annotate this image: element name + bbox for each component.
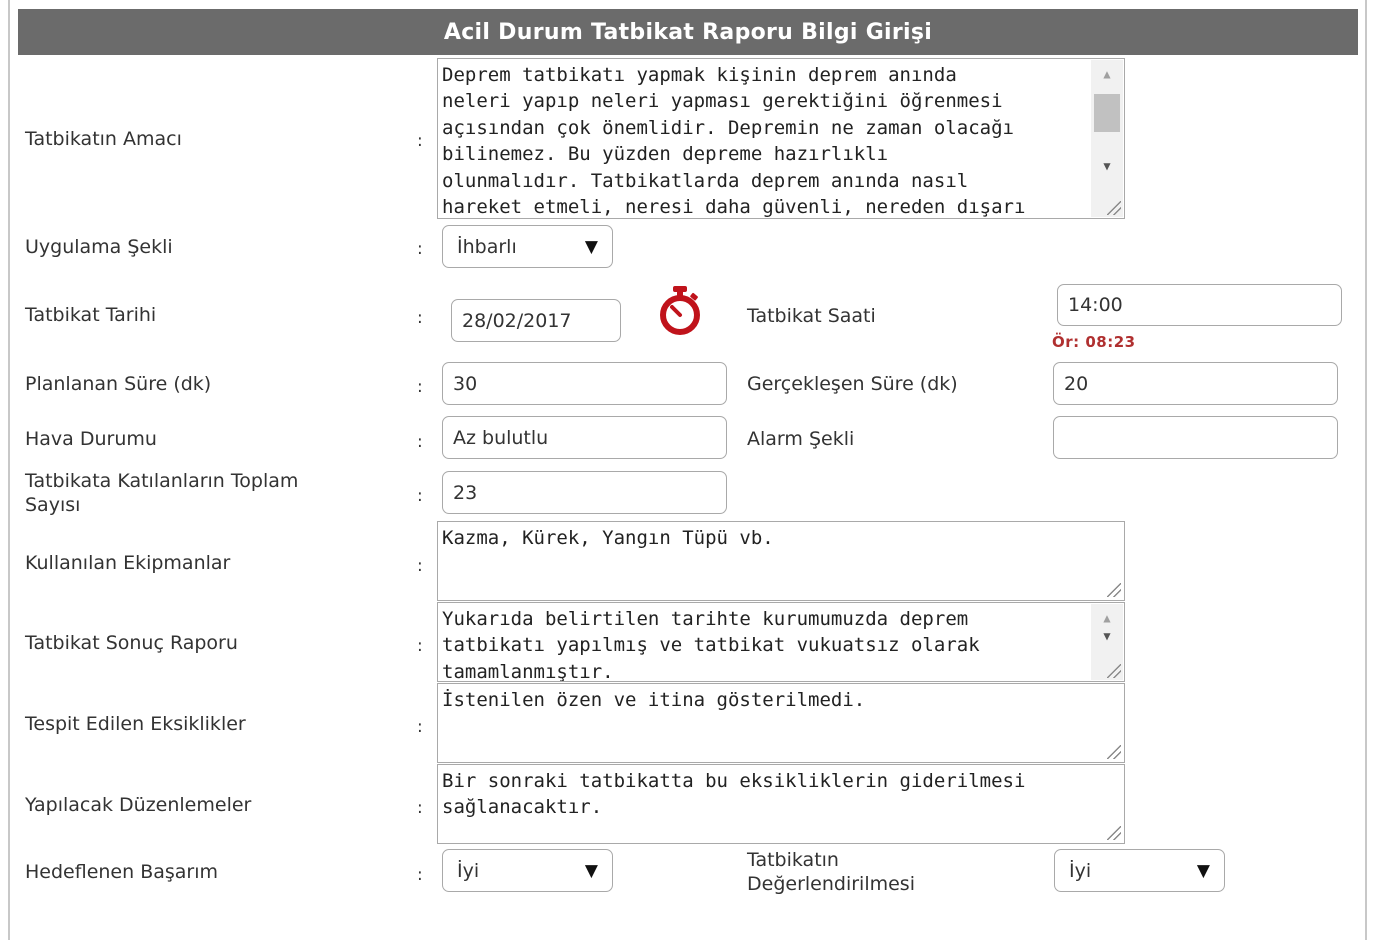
amac-textarea[interactable]: Deprem tatbikatı yapmak kişinin deprem a…	[437, 58, 1125, 219]
colon: :	[417, 377, 423, 397]
gerceklesen-input[interactable]	[1053, 362, 1338, 405]
label-katilan-line1: Tatbikata Katılanların Toplam	[25, 470, 299, 492]
colon: :	[417, 636, 423, 656]
label-tarih: Tatbikat Tarihi	[25, 304, 157, 326]
planlanan-input[interactable]	[442, 362, 727, 405]
form-header: Acil Durum Tatbikat Raporu Bilgi Girişi	[18, 9, 1358, 55]
label-katilan: Tatbikata Katılanların Toplam Sayısı	[25, 469, 298, 517]
label-planlanan: Planlanan Süre (dk)	[25, 373, 212, 395]
label-basarim: Hedeflenen Başarım	[25, 861, 219, 883]
saat-hint: Ör: 08:23	[1052, 333, 1136, 351]
basarim-select[interactable]: İyi ▼	[442, 849, 613, 892]
basarim-selected: İyi	[457, 859, 480, 882]
label-eksiklik: Tespit Edilen Eksiklikler	[25, 713, 246, 735]
colon: :	[417, 432, 423, 452]
scroll-thumb[interactable]	[1094, 94, 1120, 132]
label-degerlendirme-line1: Tatbikatın	[747, 849, 839, 871]
label-hava: Hava Durumu	[25, 428, 157, 450]
label-saat: Tatbikat Saati	[747, 305, 876, 327]
colon: :	[417, 239, 423, 259]
scroll-down-icon[interactable]: ▼	[1091, 626, 1123, 646]
label-ekipman: Kullanılan Ekipmanlar	[25, 552, 231, 574]
colon: :	[417, 556, 423, 576]
label-sonuc: Tatbikat Sonuç Raporu	[25, 632, 238, 654]
colon: :	[417, 798, 423, 818]
form-title: Acil Durum Tatbikat Raporu Bilgi Girişi	[443, 19, 933, 45]
label-amac: Tatbikatın Amacı	[25, 128, 182, 150]
resize-grip-icon[interactable]	[1107, 583, 1121, 597]
colon: :	[417, 717, 423, 737]
sonuc-text: Yukarıda belirtilen tarihte kurumumuzda …	[442, 608, 980, 682]
resize-grip-icon[interactable]	[1107, 201, 1121, 215]
colon: :	[417, 486, 423, 506]
label-gerceklesen: Gerçekleşen Süre (dk)	[747, 373, 958, 395]
label-uygulama: Uygulama Şekli	[25, 236, 173, 258]
eksiklik-textarea[interactable]: İstenilen özen ve itina gösterilmedi.	[437, 683, 1125, 763]
resize-grip-icon[interactable]	[1107, 826, 1121, 840]
label-katilan-line2: Sayısı	[25, 494, 81, 516]
colon: :	[417, 865, 423, 885]
duzenleme-text: Bir sonraki tatbikatta bu eksikliklerin …	[442, 770, 1026, 819]
ekipman-textarea[interactable]: Kazma, Kürek, Yangın Tüpü vb.	[437, 521, 1125, 601]
label-degerlendirme-line2: Değerlendirilmesi	[747, 873, 915, 895]
alarm-input[interactable]	[1053, 416, 1338, 459]
label-duzenleme: Yapılacak Düzenlemeler	[25, 794, 252, 816]
label-alarm: Alarm Şekli	[747, 428, 855, 450]
uygulama-selected: İhbarlı	[457, 235, 517, 258]
scrollbar[interactable]: ▲ ▼	[1091, 60, 1123, 217]
dropdown-arrow-icon: ▼	[584, 860, 598, 881]
scroll-up-icon[interactable]: ▲	[1091, 64, 1123, 84]
ekipman-text: Kazma, Kürek, Yangın Tüpü vb.	[442, 527, 774, 549]
resize-grip-icon[interactable]	[1107, 664, 1121, 678]
dropdown-arrow-icon: ▼	[1196, 860, 1210, 881]
hava-input[interactable]	[442, 416, 727, 459]
eksiklik-text: İstenilen özen ve itina gösterilmedi.	[442, 689, 866, 711]
tarih-input[interactable]	[451, 299, 621, 342]
duzenleme-textarea[interactable]: Bir sonraki tatbikatta bu eksikliklerin …	[437, 764, 1125, 844]
scroll-up-icon[interactable]: ▲	[1091, 608, 1123, 628]
sonuc-textarea[interactable]: Yukarıda belirtilen tarihte kurumumuzda …	[437, 602, 1125, 682]
scroll-down-icon[interactable]: ▼	[1091, 156, 1123, 176]
degerlendirme-selected: İyi	[1069, 859, 1092, 882]
resize-grip-icon[interactable]	[1107, 745, 1121, 759]
katilan-input[interactable]	[442, 471, 727, 514]
dropdown-arrow-icon: ▼	[584, 236, 598, 257]
amac-text: Deprem tatbikatı yapmak kişinin deprem a…	[442, 64, 1026, 219]
colon: :	[417, 308, 423, 328]
colon: :	[417, 131, 423, 151]
uygulama-select[interactable]: İhbarlı ▼	[442, 225, 613, 268]
degerlendirme-select[interactable]: İyi ▼	[1054, 849, 1225, 892]
saat-input[interactable]	[1057, 284, 1342, 326]
label-degerlendirme: Tatbikatın Değerlendirilmesi	[747, 848, 915, 896]
stopwatch-icon[interactable]	[655, 284, 705, 336]
